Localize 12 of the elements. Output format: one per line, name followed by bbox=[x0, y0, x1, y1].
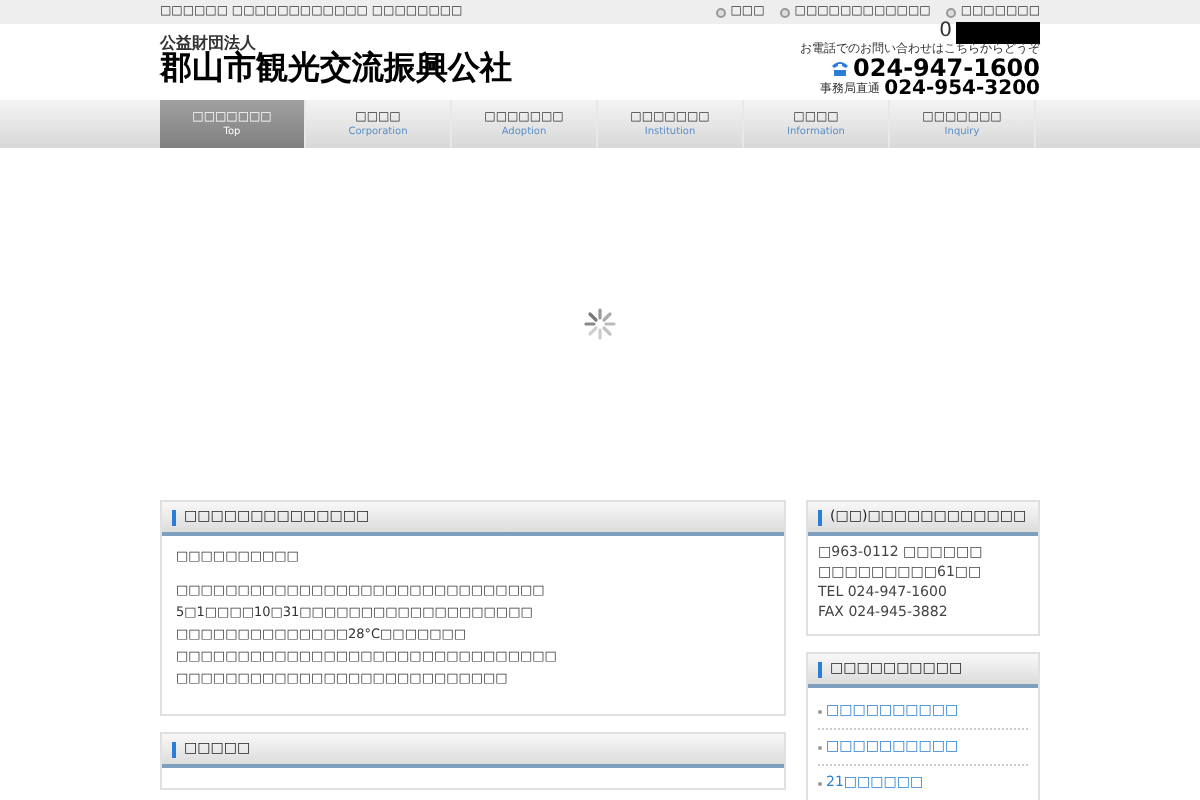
loading-spinner bbox=[584, 308, 616, 340]
marker-icon bbox=[172, 741, 176, 757]
marker-icon bbox=[818, 509, 822, 525]
redaction-bar bbox=[956, 21, 1040, 43]
marker-icon bbox=[818, 661, 822, 677]
marker-icon bbox=[172, 509, 176, 525]
phone-icon bbox=[829, 59, 850, 75]
org-name: 郡山市観光交流振興公社 bbox=[160, 52, 512, 84]
org-type: 公益財団法人 bbox=[160, 36, 256, 52]
visitor-counter: 0 bbox=[939, 22, 952, 42]
direct-phone: 024-954-3200 bbox=[884, 79, 1040, 99]
phone-number: 024-947-1600 bbox=[853, 55, 1040, 79]
